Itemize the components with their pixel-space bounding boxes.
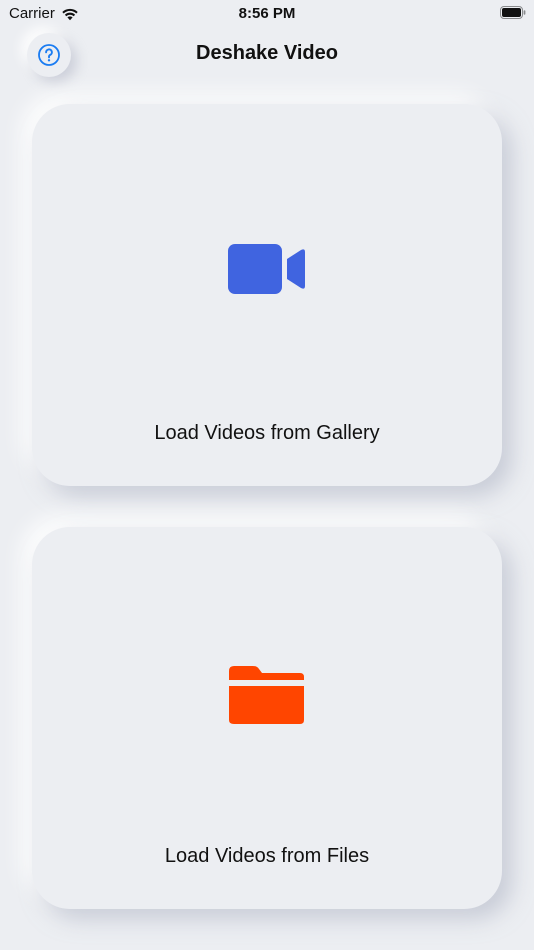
battery-icon xyxy=(500,6,526,19)
card-icon-wrapper xyxy=(32,665,502,725)
load-from-gallery-button[interactable]: Load Videos from Gallery xyxy=(32,104,502,486)
status-time: 8:56 PM xyxy=(238,5,296,22)
load-from-files-button[interactable]: Load Videos from Files xyxy=(32,527,502,909)
page-title: Deshake Video xyxy=(196,42,338,64)
files-card-label: Load Videos from Files xyxy=(164,845,370,867)
folder-icon xyxy=(229,666,304,724)
status-bar: Carrier 8:56 PM xyxy=(0,0,534,30)
card-icon-wrapper xyxy=(32,242,502,296)
navigation-bar: Deshake Video xyxy=(0,30,534,80)
video-camera-icon xyxy=(228,244,305,294)
gallery-card-label: Load Videos from Gallery xyxy=(154,422,380,444)
